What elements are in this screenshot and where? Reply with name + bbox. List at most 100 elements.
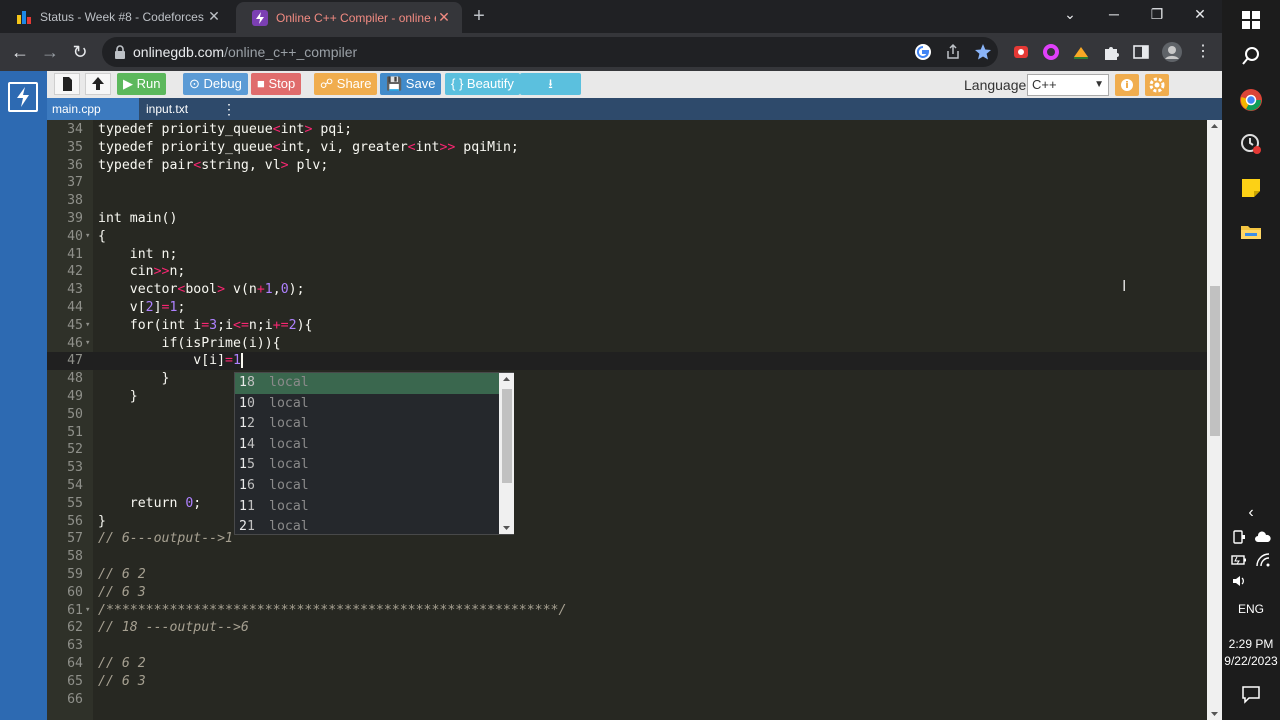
new-file-icon[interactable] <box>54 73 80 95</box>
save-button[interactable]: 💾 Save <box>380 73 442 95</box>
beautify-button[interactable]: { } Beautify <box>445 73 520 95</box>
autocomplete-item[interactable]: 16 local <box>235 476 499 497</box>
code-line[interactable]: 36 typedef pair<string, vl> plv; <box>47 157 1207 175</box>
tab-close-icon[interactable]: ✕ <box>436 9 452 26</box>
autocomplete-scrollbar-thumb[interactable] <box>502 389 512 483</box>
fold-toggle-icon[interactable]: ▾ <box>85 602 90 620</box>
run-button[interactable]: ▶ Run <box>117 73 167 95</box>
restore-button[interactable]: ❐ <box>1137 0 1177 30</box>
code-line[interactable]: 53 <box>47 459 1207 477</box>
code-line[interactable]: 58 <box>47 548 1207 566</box>
info-button[interactable] <box>1115 74 1139 96</box>
browser-tab-onlinegdb[interactable]: Online C++ Compiler - online ed ✕ <box>236 2 462 33</box>
code-line[interactable]: 38 <box>47 192 1207 210</box>
tab-close-icon[interactable]: ✕ <box>206 8 222 25</box>
code-line[interactable]: 47 v[i]=1 <box>47 352 1207 371</box>
volume-icon[interactable] <box>1230 572 1248 590</box>
code-line[interactable]: 35 typedef priority_queue<int, vi, greate… <box>47 139 1207 157</box>
wifi-icon[interactable] <box>1254 551 1272 569</box>
autocomplete-item[interactable]: 11 local <box>235 497 499 518</box>
editor-scrollbar-thumb[interactable] <box>1210 286 1220 436</box>
code-line[interactable]: 61 ▾ /************************************… <box>47 602 1207 620</box>
code-line[interactable]: 65 // 6 3 <box>47 673 1207 691</box>
back-button[interactable]: ← <box>8 40 32 64</box>
code-line[interactable]: 42 cin>>n; <box>47 263 1207 281</box>
search-icon[interactable] <box>1239 44 1263 68</box>
settings-button[interactable] <box>1145 74 1169 96</box>
forward-button[interactable]: → <box>38 40 62 64</box>
reload-button[interactable]: ↻ <box>68 40 92 64</box>
input-language[interactable]: ENG <box>1222 602 1280 616</box>
autocomplete-popup[interactable]: 18 local 10 local 12 local 14 local 15 local 16 loc… <box>234 372 514 535</box>
code-line[interactable]: 52 <box>47 441 1207 459</box>
code-line[interactable]: 56} <box>47 513 1207 531</box>
code-line[interactable]: 51 <box>47 424 1207 442</box>
device-icon[interactable] <box>1230 528 1248 546</box>
download-button[interactable]: ⭳ <box>520 73 581 95</box>
extensions-puzzle-icon[interactable] <box>1102 43 1120 61</box>
windows-start-icon[interactable] <box>1239 8 1263 32</box>
google-icon[interactable] <box>914 43 932 61</box>
code-line[interactable]: 45 ▾ for(int i=3;i<=n;i+=2){ <box>47 317 1207 335</box>
browser-tab-codeforces[interactable]: Status - Week #8 - Codeforces ✕ <box>0 0 232 33</box>
fold-toggle-icon[interactable]: ▾ <box>85 335 90 353</box>
autocomplete-item[interactable]: 15 local <box>235 455 499 476</box>
code-line[interactable]: 39 int main() <box>47 210 1207 228</box>
close-window-button[interactable]: ✕ <box>1180 0 1220 30</box>
record-extension-icon[interactable] <box>1012 43 1030 61</box>
tab-search-chevron-icon[interactable]: ⌄ <box>1050 0 1090 30</box>
stop-button[interactable]: ■ Stop <box>251 73 302 95</box>
code-line[interactable]: 55 return 0; <box>47 495 1207 513</box>
shortcut-extension-icon[interactable] <box>1072 43 1090 61</box>
code-editor[interactable]: 34 typedef priority_queue<int> pqi; 35 type… <box>47 120 1207 720</box>
fold-toggle-icon[interactable]: ▾ <box>85 317 90 335</box>
code-line[interactable]: 34 typedef priority_queue<int> pqi; <box>47 121 1207 139</box>
code-line[interactable]: 62 // 18 ---output-->6 <box>47 619 1207 637</box>
autocomplete-item[interactable]: 10 local <box>235 394 499 415</box>
screen-recorder-icon[interactable] <box>1239 132 1263 156</box>
file-explorer-icon[interactable] <box>1239 220 1263 244</box>
bookmark-star-icon[interactable] <box>974 43 992 61</box>
code-line[interactable]: 60 // 6 3 <box>47 584 1207 602</box>
clock-date[interactable]: 9/22/2023 <box>1222 654 1280 668</box>
file-menu-icon[interactable]: ⋮ <box>222 98 236 120</box>
tab-input-txt[interactable]: input.txt <box>141 98 211 120</box>
code-line[interactable]: 64 // 6 2 <box>47 655 1207 673</box>
address-bar[interactable]: onlinegdb.com/online_c++_compiler <box>102 37 998 67</box>
show-hidden-icons-chevron[interactable]: ‹ <box>1222 504 1280 522</box>
code-line[interactable]: 46 ▾ if(isPrime(i)){ <box>47 335 1207 353</box>
code-line[interactable]: 44 v[2]=1; <box>47 299 1207 317</box>
clock-time[interactable]: 2:29 PM <box>1222 637 1280 651</box>
code-line[interactable]: 50 <box>47 406 1207 424</box>
share-button[interactable]: ☍ Share <box>314 73 378 95</box>
language-select[interactable]: C++ ▼ <box>1027 74 1109 96</box>
upload-file-icon[interactable] <box>85 73 111 95</box>
autocomplete-item[interactable]: 18 local <box>235 373 499 394</box>
onedrive-cloud-icon[interactable] <box>1254 528 1272 546</box>
notifications-icon[interactable] <box>1239 682 1263 706</box>
code-line[interactable]: 41 int n; <box>47 246 1207 264</box>
code-line[interactable]: 57 // 6---output-->1 <box>47 530 1207 548</box>
code-line[interactable]: 59 // 6 2 <box>47 566 1207 584</box>
code-line[interactable]: 49 } <box>47 388 1207 406</box>
debug-button[interactable]: ⊙ Debug <box>183 73 248 95</box>
browser-menu-icon[interactable]: ⋮ <box>1194 43 1212 61</box>
fold-toggle-icon[interactable]: ▾ <box>85 228 90 246</box>
side-panel-icon[interactable] <box>1132 43 1150 61</box>
code-line[interactable]: 54 <box>47 477 1207 495</box>
chrome-icon[interactable] <box>1239 88 1263 112</box>
code-line[interactable]: 43 vector<bool> v(n+1,0); <box>47 281 1207 299</box>
share-page-icon[interactable] <box>944 43 962 61</box>
color-extension-icon[interactable] <box>1042 43 1060 61</box>
tab-main-cpp[interactable]: main.cpp <box>47 98 139 120</box>
code-line[interactable]: 48 } <box>47 370 1207 388</box>
code-line[interactable]: 40 ▾ { <box>47 228 1207 246</box>
minimize-button[interactable]: ─ <box>1094 0 1134 30</box>
code-line[interactable]: 63 <box>47 637 1207 655</box>
autocomplete-item[interactable]: 21 local <box>235 517 499 538</box>
battery-icon[interactable] <box>1230 551 1248 569</box>
onlinegdb-logo-icon[interactable] <box>8 82 38 112</box>
autocomplete-item[interactable]: 12 local <box>235 414 499 435</box>
autocomplete-item[interactable]: 14 local <box>235 435 499 456</box>
new-tab-button[interactable]: + <box>468 5 490 27</box>
